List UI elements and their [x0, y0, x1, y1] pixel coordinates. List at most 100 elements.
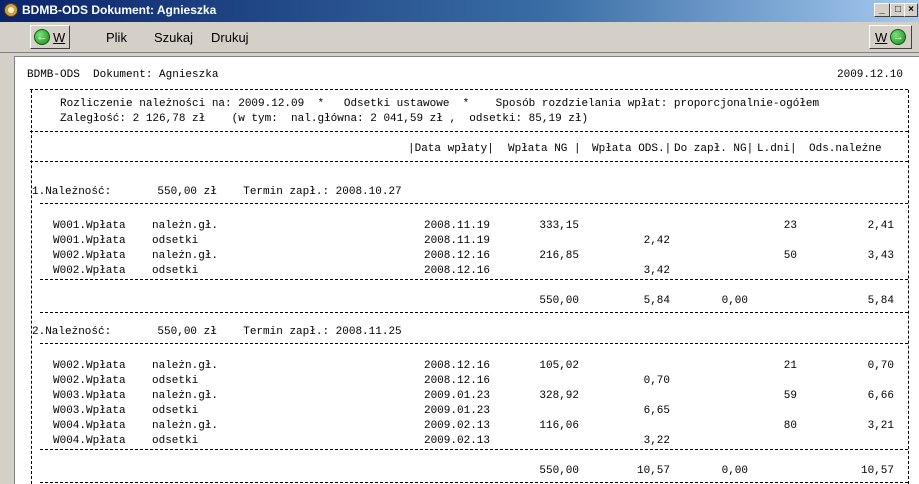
payment-date: 2008.12.16 — [423, 360, 490, 372]
total-ng: 550,00 — [539, 465, 579, 477]
payment-ods: 0,70 — [643, 375, 670, 387]
payment-type: odsetki — [152, 405, 199, 417]
menu-plik[interactable]: Plik — [106, 30, 127, 45]
payment-date: 2008.12.16 — [423, 265, 490, 277]
total-ods: 5,84 — [643, 295, 670, 307]
payment-ng: 333,15 — [539, 220, 579, 232]
back-button[interactable]: ← W — [30, 25, 70, 49]
toolbar: ← W Plik Szukaj Drukuj W → — [0, 22, 919, 53]
payment-doc: W003.Wpłata — [53, 405, 126, 417]
payment-days — [765, 375, 797, 388]
col-wplata-ng: Wpłata NG | — [508, 143, 581, 155]
payment-ods: 3,22 — [643, 435, 670, 447]
payment-ods — [605, 390, 670, 403]
payment-ods — [605, 360, 670, 373]
payment-type: odsetki — [152, 235, 199, 247]
payment-ng: 328,92 — [539, 390, 579, 402]
payment-ng — [515, 405, 579, 418]
payment-doc: W004.Wpłata — [53, 435, 126, 447]
separator-line — [40, 279, 908, 280]
menu-szukaj[interactable]: Szukaj — [154, 30, 193, 45]
window-title: BDMB-ODS Dokument: Agnieszka — [22, 3, 217, 17]
summary-line-2: Zaległość: 2 126,78 zł (w tym: nal.główn… — [60, 113, 589, 125]
vertical-border — [31, 90, 32, 484]
payment-days — [765, 235, 797, 248]
payment-doc: W002.Wpłata — [53, 265, 126, 277]
separator-line — [30, 131, 908, 132]
section-title: 2.Należność: 550,00 zł Termin zapł.: 200… — [32, 326, 402, 338]
payment-ods — [605, 220, 670, 233]
payment-type: należn.gł. — [152, 360, 219, 372]
payment-date: 2008.11.19 — [423, 235, 490, 247]
document-view[interactable]: BDMB-ODS Dokument: Agnieszka 2009.12.10 … — [14, 56, 919, 484]
payment-doc: W002.Wpłata — [53, 250, 126, 262]
payment-date: 2009.01.23 — [423, 405, 490, 417]
section-title: 1.Należność: 550,00 zł Termin zapł.: 200… — [32, 186, 402, 198]
summary-line-1: Rozliczenie należności na: 2009.12.09 * … — [60, 98, 820, 110]
payment-ods — [605, 420, 670, 433]
payment-ng — [515, 435, 579, 448]
payment-ods-nalezne: 6,66 — [867, 390, 894, 402]
payment-ods-nalezne: 0,70 — [867, 360, 894, 372]
payment-days: 23 — [783, 220, 797, 232]
payment-days — [765, 435, 797, 448]
payment-type: należn.gł. — [152, 420, 219, 432]
payment-date: 2009.01.23 — [423, 390, 490, 402]
payment-days: 80 — [783, 420, 797, 432]
forward-button-label: W — [875, 29, 888, 45]
payment-date: 2008.11.19 — [423, 220, 490, 232]
total-do-zapl: 0,00 — [721, 295, 748, 307]
forward-button[interactable]: W → — [869, 25, 912, 49]
payment-ng: 116,06 — [539, 420, 579, 432]
separator-line — [40, 449, 908, 450]
separator-line — [30, 161, 908, 162]
back-button-label: W — [53, 29, 66, 45]
payment-ods: 3,42 — [643, 265, 670, 277]
payment-days: 50 — [783, 250, 797, 262]
title-bar: BDMB-ODS Dokument: Agnieszka _ □ × — [0, 0, 919, 22]
payment-ods-nalezne — [815, 375, 894, 388]
vertical-border — [908, 90, 909, 484]
minimize-button[interactable]: _ — [874, 3, 890, 17]
total-do-zapl: 0,00 — [721, 465, 748, 477]
payment-type: odsetki — [152, 375, 199, 387]
menu-drukuj[interactable]: Drukuj — [211, 30, 249, 45]
forward-arrow-icon: → — [890, 29, 907, 45]
total-ods-nalezne: 10,57 — [860, 465, 894, 477]
separator-line — [40, 312, 908, 313]
payment-days — [765, 405, 797, 418]
payment-doc: W004.Wpłata — [53, 420, 126, 432]
payment-ng — [515, 235, 579, 248]
payment-ods-nalezne — [815, 265, 894, 278]
app-icon — [4, 3, 18, 17]
separator-line — [30, 89, 908, 90]
payment-type: należn.gł. — [152, 390, 219, 402]
payment-doc: W001.Wpłata — [53, 220, 126, 232]
payment-ods-nalezne — [815, 405, 894, 418]
payment-ng — [515, 265, 579, 278]
payment-date: 2009.02.13 — [423, 420, 490, 432]
payment-ods-nalezne: 2,41 — [867, 220, 894, 232]
payment-ods-nalezne: 3,43 — [867, 250, 894, 262]
payment-ods-nalezne — [815, 235, 894, 248]
payment-ods: 6,65 — [643, 405, 670, 417]
col-do-zapl-ng: Do zapł. NG| — [674, 143, 754, 155]
payment-date: 2008.12.16 — [423, 375, 490, 387]
back-arrow-icon: ← — [34, 29, 50, 45]
payment-doc: W002.Wpłata — [53, 375, 126, 387]
payment-ods-nalezne — [815, 435, 894, 448]
payment-days: 59 — [783, 390, 797, 402]
payment-ods-nalezne: 3,21 — [867, 420, 894, 432]
col-ods-nalezne: Ods.należne — [809, 143, 882, 155]
total-ods-nalezne: 5,84 — [867, 295, 894, 307]
payment-type: odsetki — [152, 265, 199, 277]
col-wplata-ods: Wpłata ODS.| — [592, 143, 672, 155]
total-ng: 550,00 — [539, 295, 579, 307]
payment-ng — [515, 375, 579, 388]
payment-type: należn.gł. — [152, 250, 219, 262]
payment-doc: W001.Wpłata — [53, 235, 126, 247]
payment-date: 2008.12.16 — [423, 250, 490, 262]
payment-days: 21 — [783, 360, 797, 372]
payment-type: odsetki — [152, 435, 199, 447]
close-button[interactable]: × — [904, 3, 918, 17]
